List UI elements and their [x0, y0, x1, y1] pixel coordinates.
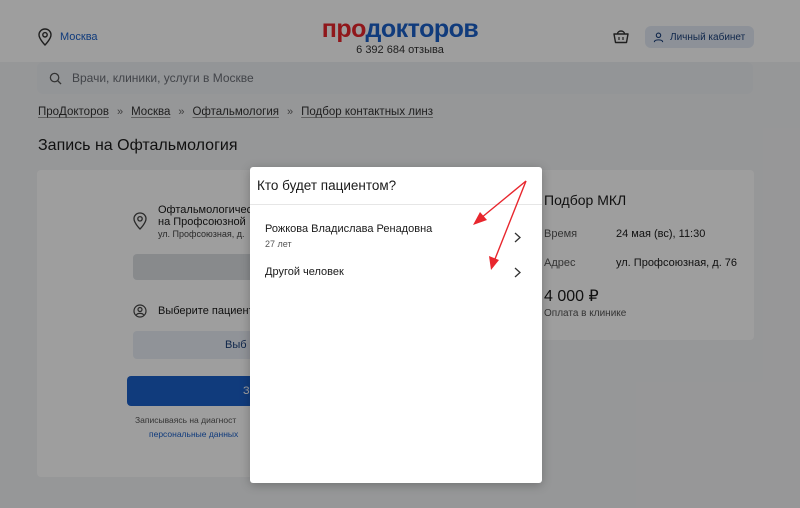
- dialog-title: Кто будет пациентом?: [257, 178, 397, 193]
- patient-option-self[interactable]: Рожкова Владислава Ренадовна 27 лет: [250, 214, 542, 256]
- other-person-label: Другой человек: [265, 266, 344, 278]
- dialog-divider: [250, 204, 542, 205]
- chevron-right-icon: [514, 232, 521, 243]
- patient-option-other[interactable]: Другой человек: [250, 257, 542, 287]
- patient-name: Рожкова Владислава Ренадовна: [265, 223, 433, 235]
- patient-select-dialog: Кто будет пациентом? Рожкова Владислава …: [250, 167, 542, 483]
- patient-age: 27 лет: [265, 239, 292, 249]
- chevron-right-icon: [514, 267, 521, 278]
